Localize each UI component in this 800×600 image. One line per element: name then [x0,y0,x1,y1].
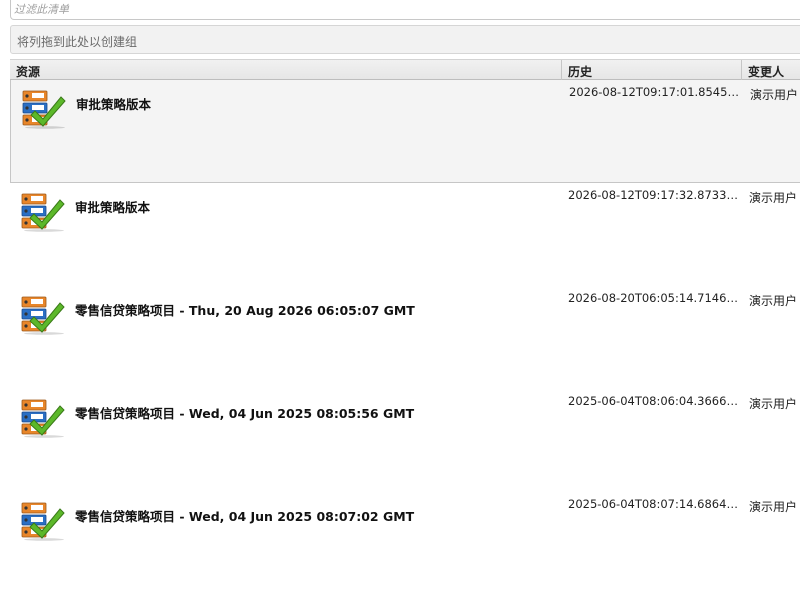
column-header-history[interactable]: 历史 [562,60,742,80]
resource-name: 零售信贷策略项目 - Wed, 04 Jun 2025 08:07:02 GMT [75,509,415,524]
history-timestamp: 2026-08-12T09:17:01.854508 [569,85,741,99]
grid-header: 资源 历史 变更人 [10,59,800,80]
history-timestamp: 2026-08-12T09:17:32.873331 [568,188,740,202]
resource-name: 零售信贷策略项目 - Thu, 20 Aug 2026 06:05:07 GMT [75,303,415,318]
group-by-drop-zone[interactable]: 将列拖到此处以创建组 [10,25,800,54]
resource-name: 审批策略版本 [75,200,151,215]
approved-binders-icon [22,90,66,129]
filter-box[interactable] [10,0,800,20]
table-row[interactable]: 零售信贷策略项目 - Thu, 20 Aug 2026 06:05:07 GMT… [10,286,800,389]
changed-by: 演示用户 [749,191,798,205]
column-header-changed-by[interactable]: 变更人 [742,60,800,80]
history-timestamp: 2025-06-04T08:06:04.366608 [568,394,740,408]
resource-name: 审批策略版本 [76,97,152,112]
changed-by: 演示用户 [749,294,798,308]
approved-binders-icon [21,502,65,541]
history-grid-panel: 将列拖到此处以创建组 资源 历史 变更人 [0,0,800,600]
resource-name: 零售信贷策略项目 - Wed, 04 Jun 2025 08:05:56 GMT [75,406,415,421]
table-row[interactable]: 审批策略版本 2026-08-12T09:17:32.873331 演示用户 [10,183,800,286]
changed-by: 演示用户 [750,88,799,102]
approved-binders-icon [21,193,65,232]
history-grid: 资源 历史 变更人 审批策略版本 2026-08-12T09:17:01.854… [10,59,800,595]
group-by-hint: 将列拖到此处以创建组 [17,35,138,49]
changed-by: 演示用户 [749,397,798,411]
changed-by: 演示用户 [749,500,798,514]
table-row[interactable]: 审批策略版本 2026-08-12T09:17:01.854508 演示用户 [10,80,800,183]
column-header-resource[interactable]: 资源 [10,60,562,80]
grid-rows: 审批策略版本 2026-08-12T09:17:01.854508 演示用户 审… [10,80,800,595]
filter-input[interactable] [11,0,800,19]
table-row[interactable]: 零售信贷策略项目 - Wed, 04 Jun 2025 08:05:56 GMT… [10,389,800,492]
history-timestamp: 2026-08-20T06:05:14.714693 [568,291,740,305]
table-row[interactable]: 零售信贷策略项目 - Wed, 04 Jun 2025 08:07:02 GMT… [10,492,800,595]
history-timestamp: 2025-06-04T08:07:14.686458 [568,497,740,511]
approved-binders-icon [21,399,65,438]
approved-binders-icon [21,296,65,335]
